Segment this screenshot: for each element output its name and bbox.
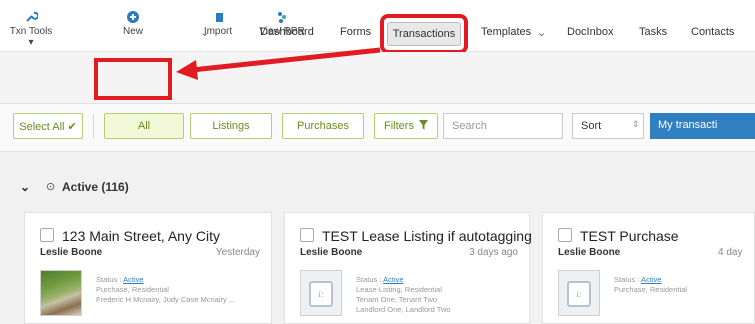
filter-purchases-button[interactable]: Purchases <box>282 113 364 139</box>
filter-all-button[interactable]: All <box>104 113 184 139</box>
card-title[interactable]: TEST Lease Listing if autotagging <box>322 228 532 244</box>
card-date: 3 days ago <box>469 247 518 258</box>
card-parties: Frederic H Mcnairy, Judy Case Mcnairy ..… <box>96 295 236 304</box>
card-type: Lease-Listing, Residential <box>356 285 442 294</box>
filter-listings-button[interactable]: Listings <box>190 113 272 139</box>
document-thumbnail[interactable]: i: <box>300 270 342 316</box>
status-link[interactable]: Active <box>123 275 143 284</box>
card-date: Yesterday <box>215 247 260 258</box>
card-title[interactable]: 123 Main Street, Any City <box>62 228 220 244</box>
status-prefix: Status : <box>614 275 642 284</box>
card-status: Status : Active <box>356 275 404 284</box>
clock-icon: ⊙ <box>46 181 56 193</box>
status-link[interactable]: Active <box>383 275 403 284</box>
card-parties: Tenant One, Tenant Two <box>356 295 438 304</box>
card-checkbox[interactable] <box>558 228 572 242</box>
card-checkbox[interactable] <box>300 228 314 242</box>
card-title[interactable]: TEST Purchase <box>580 228 679 244</box>
card-parties: Landlord One, Landlord Two <box>356 305 451 314</box>
section-title: Active (116) <box>62 180 129 194</box>
status-prefix: Status : <box>96 275 124 284</box>
card-checkbox[interactable] <box>40 228 54 242</box>
card-owner: Leslie Boone <box>40 247 103 258</box>
card-owner: Leslie Boone <box>300 247 363 258</box>
document-icon: i: <box>567 281 591 307</box>
card-type: Purchase, Residential <box>614 285 687 294</box>
card-status: Status : Active <box>96 275 144 284</box>
funnel-icon <box>418 119 428 133</box>
search-input[interactable]: Search <box>443 113 563 139</box>
card-owner: Leslie Boone <box>558 247 621 258</box>
filters-button[interactable]: Filters <box>374 113 438 139</box>
card-status: Status : Active <box>614 275 662 284</box>
document-icon: i: <box>309 281 333 307</box>
property-photo[interactable] <box>40 270 82 316</box>
filter-divider <box>93 114 94 138</box>
select-all-button[interactable]: Select All ✔ <box>13 113 83 139</box>
card-date: 4 day <box>718 247 743 258</box>
sort-arrows-icon: ⇕ <box>632 119 640 129</box>
document-thumbnail[interactable]: i: <box>558 270 600 316</box>
chevron-down-icon[interactable]: ⌄ <box>20 180 30 194</box>
status-link[interactable]: Active <box>641 275 661 284</box>
status-prefix: Status : <box>356 275 384 284</box>
my-transactions-button[interactable]: My transacti <box>650 113 755 139</box>
filters-label: Filters <box>384 120 414 132</box>
card-type: Purchase, Residential <box>96 285 169 294</box>
